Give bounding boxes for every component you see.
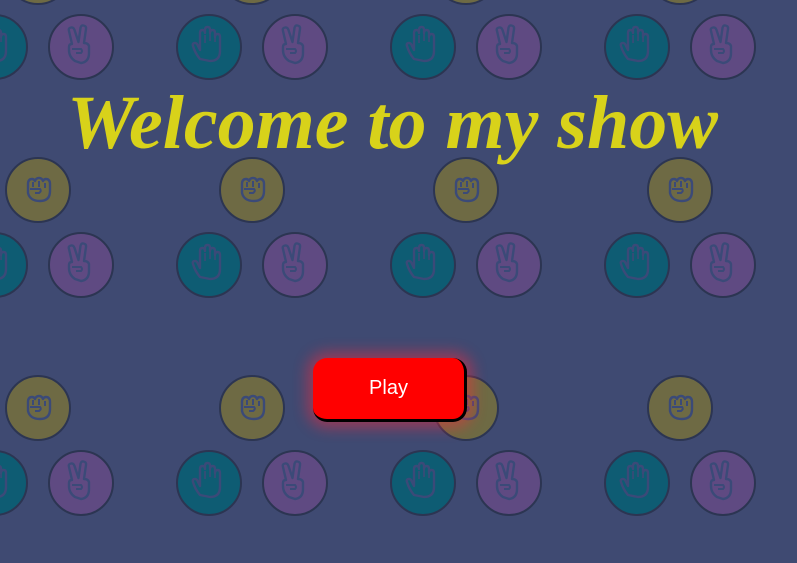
hand-token <box>177 15 241 79</box>
victory-hand-token <box>263 15 327 79</box>
play-button[interactable]: Play <box>313 358 467 422</box>
page-title: Welcome to my show <box>67 81 718 165</box>
victory-hand-token <box>49 233 113 297</box>
fist-token <box>434 0 498 4</box>
victory-hand-token <box>691 233 755 297</box>
victory-hand-token <box>477 451 541 515</box>
victory-hand-token <box>691 15 755 79</box>
fist-token <box>6 376 70 440</box>
hand-token <box>177 233 241 297</box>
victory-hand-token <box>49 15 113 79</box>
hand-token <box>177 451 241 515</box>
hand-token <box>0 233 27 297</box>
victory-hand-token <box>691 451 755 515</box>
hand-token <box>391 233 455 297</box>
fist-token <box>6 0 70 4</box>
victory-hand-token <box>263 233 327 297</box>
hand-token <box>605 15 669 79</box>
fist-token <box>648 0 712 4</box>
hand-token <box>391 451 455 515</box>
victory-hand-token <box>263 451 327 515</box>
victory-hand-token <box>477 233 541 297</box>
fist-token <box>648 376 712 440</box>
hand-token <box>391 15 455 79</box>
fist-token <box>220 376 284 440</box>
fist-token <box>220 0 284 4</box>
hand-token <box>605 233 669 297</box>
victory-hand-token <box>49 451 113 515</box>
hand-token <box>0 451 27 515</box>
victory-hand-token <box>477 15 541 79</box>
hand-token <box>0 15 27 79</box>
hand-token <box>605 451 669 515</box>
